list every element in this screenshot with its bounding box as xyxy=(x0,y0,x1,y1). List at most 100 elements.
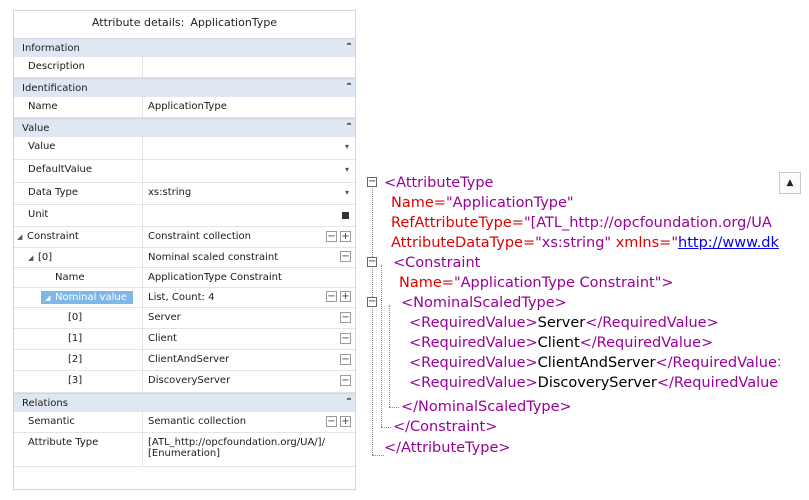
row-description[interactable]: Description xyxy=(14,57,355,78)
collapse-chevron-icon[interactable]: ˄˄ xyxy=(346,119,352,138)
xml-line: <RequiredValue>ClientAndServer</Required… xyxy=(409,353,780,373)
row-constraint-name[interactable]: Name ApplicationType Constraint xyxy=(14,268,355,288)
xml-tag: </RequiredValue> xyxy=(656,375,780,391)
row-nominal-value-label: Nominal value xyxy=(55,292,127,303)
remove-button[interactable]: − xyxy=(340,312,351,323)
dropdown-arrow-icon[interactable]: ▾ xyxy=(345,137,349,157)
row-constraint[interactable]: ◢ Constraint Constraint collection − + xyxy=(14,227,355,248)
remove-button[interactable]: − xyxy=(340,354,351,365)
nominal-value-text[interactable]: Client xyxy=(148,329,355,349)
nominal-value-text[interactable]: DiscoveryServer xyxy=(148,371,355,392)
xml-attr-name: AttributeDataType= xyxy=(391,235,536,251)
xml-line: <Constraint xyxy=(393,253,480,273)
tree-guide-line xyxy=(372,455,384,456)
row-constraint-name-value[interactable]: ApplicationType Constraint xyxy=(148,268,355,287)
dropdown-arrow-icon[interactable]: ▾ xyxy=(345,160,349,180)
panel-title-value: ApplicationType xyxy=(190,16,278,29)
row-nominal-value-value: List, Count: 4 xyxy=(148,292,215,303)
xml-tag: </RequiredValue> xyxy=(579,335,714,351)
remove-button[interactable]: − xyxy=(340,375,351,386)
dropdown-arrow-icon[interactable]: ▾ xyxy=(345,183,349,203)
expand-triangle-icon[interactable]: ◢ xyxy=(28,248,38,267)
row-constraint-label: Constraint xyxy=(27,231,79,242)
collapse-chevron-icon[interactable]: ˄˄ xyxy=(346,79,352,98)
row-attribute-type[interactable]: Attribute Type [ATL_http://opcfoundation… xyxy=(14,433,355,467)
collapse-node-icon[interactable]: − xyxy=(367,257,377,267)
row-name[interactable]: Name ApplicationType xyxy=(14,97,355,118)
xml-line: </NominalScaledType> xyxy=(401,397,572,417)
row-nominal-value-item[interactable]: [0] Server − xyxy=(14,308,355,329)
row-nominal-value-item[interactable]: [3] DiscoveryServer − xyxy=(14,371,355,393)
nominal-value-selected[interactable]: ◢ Nominal value xyxy=(41,291,133,304)
row-unit-value[interactable] xyxy=(148,205,355,226)
row-value-value[interactable] xyxy=(148,137,355,159)
nominal-value-index: [2] xyxy=(14,350,143,370)
xml-view: − − − <AttributeType Name="ApplicationTy… xyxy=(360,170,780,470)
row-constraint-0[interactable]: ◢ [0] Nominal scaled constraint − xyxy=(14,248,355,268)
row-unit[interactable]: Unit xyxy=(14,205,355,227)
tree-guide-line xyxy=(389,407,399,408)
xml-tag: </Constraint> xyxy=(393,419,498,435)
tree-guide-line xyxy=(381,265,382,427)
row-nominal-value-item[interactable]: [1] Client − xyxy=(14,329,355,350)
section-information[interactable]: Information ˄˄ xyxy=(14,38,355,57)
row-description-name: Description xyxy=(14,57,143,77)
remove-button[interactable]: − xyxy=(326,231,337,242)
row-constraint-0-value: Nominal scaled constraint xyxy=(148,252,279,263)
xml-line: AttributeDataType="xs:string" xmlns="htt… xyxy=(391,233,779,253)
xml-tag: </AttributeType> xyxy=(384,440,511,456)
remove-button[interactable]: − xyxy=(326,416,337,427)
xmlns-link[interactable]: http://www.dk xyxy=(678,235,779,251)
remove-button[interactable]: − xyxy=(326,291,337,302)
add-button[interactable]: + xyxy=(340,416,351,427)
panel-title: Attribute details: ApplicationType xyxy=(14,11,355,38)
xml-attr-value: "[ATL_http://opcfoundation.org/UA xyxy=(523,215,772,231)
collapse-chevron-icon[interactable]: ˄˄ xyxy=(346,394,352,413)
collapse-chevron-icon[interactable]: ˄˄ xyxy=(346,39,352,58)
nominal-value-text[interactable]: Server xyxy=(148,308,355,328)
row-value[interactable]: Value ▾ xyxy=(14,137,355,160)
remove-button[interactable]: − xyxy=(340,333,351,344)
section-identification[interactable]: Identification ˄˄ xyxy=(14,78,355,97)
add-button[interactable]: + xyxy=(340,231,351,242)
row-constraint-value: Constraint collection xyxy=(148,231,252,242)
expand-triangle-icon[interactable]: ◢ xyxy=(45,288,55,307)
row-unit-name: Unit xyxy=(14,205,143,226)
section-relations[interactable]: Relations ˄˄ xyxy=(14,393,355,412)
section-value[interactable]: Value ˄˄ xyxy=(14,118,355,137)
unit-picker-icon[interactable] xyxy=(342,212,349,219)
row-default-value-value[interactable] xyxy=(148,160,355,182)
tree-guide-line xyxy=(372,183,373,455)
row-data-type[interactable]: Data Type xs:string ▾ xyxy=(14,183,355,205)
panel-title-label: Attribute details: xyxy=(91,16,185,29)
row-description-value[interactable] xyxy=(148,57,355,77)
row-nominal-value-item[interactable]: [2] ClientAndServer − xyxy=(14,350,355,371)
scroll-up-button[interactable]: ▲ xyxy=(779,172,801,194)
xml-tag: <RequiredValue> xyxy=(409,355,538,371)
xml-line: <NominalScaledType> xyxy=(401,293,567,313)
row-attribute-type-name: Attribute Type xyxy=(14,433,143,466)
xml-attr-value: "ApplicationType" xyxy=(445,195,574,211)
row-default-value[interactable]: DefaultValue ▾ xyxy=(14,160,355,183)
row-default-value-name: DefaultValue xyxy=(14,160,143,182)
row-name-value[interactable]: ApplicationType xyxy=(148,97,355,117)
collapse-node-icon[interactable]: − xyxy=(367,177,377,187)
row-semantic-name: Semantic xyxy=(14,412,143,432)
nominal-value-text[interactable]: ClientAndServer xyxy=(148,350,355,370)
xml-line: Name="ApplicationType" xyxy=(391,193,574,213)
remove-button[interactable]: − xyxy=(340,251,351,262)
tree-guide-line xyxy=(381,427,391,428)
row-attribute-type-value[interactable]: [ATL_http://opcfoundation.org/UA/]/ [Enu… xyxy=(148,433,355,470)
row-value-name: Value xyxy=(14,137,143,159)
collapse-node-icon[interactable]: − xyxy=(367,297,377,307)
row-nominal-value[interactable]: ◢ Nominal value List, Count: 4 − + xyxy=(14,288,355,308)
row-data-type-value[interactable]: xs:string xyxy=(148,183,355,204)
expand-triangle-icon[interactable]: ◢ xyxy=(17,227,27,247)
row-constraint-0-label: [0] xyxy=(38,252,53,263)
xml-tag: </NominalScaledType> xyxy=(401,399,572,415)
add-button[interactable]: + xyxy=(340,291,351,302)
row-semantic[interactable]: Semantic Semantic collection − + xyxy=(14,412,355,433)
xml-attr-name: Name= xyxy=(399,275,454,291)
xml-attr-name: RefAttributeType= xyxy=(391,215,524,231)
xml-tag: </RequiredValue> xyxy=(585,315,719,331)
